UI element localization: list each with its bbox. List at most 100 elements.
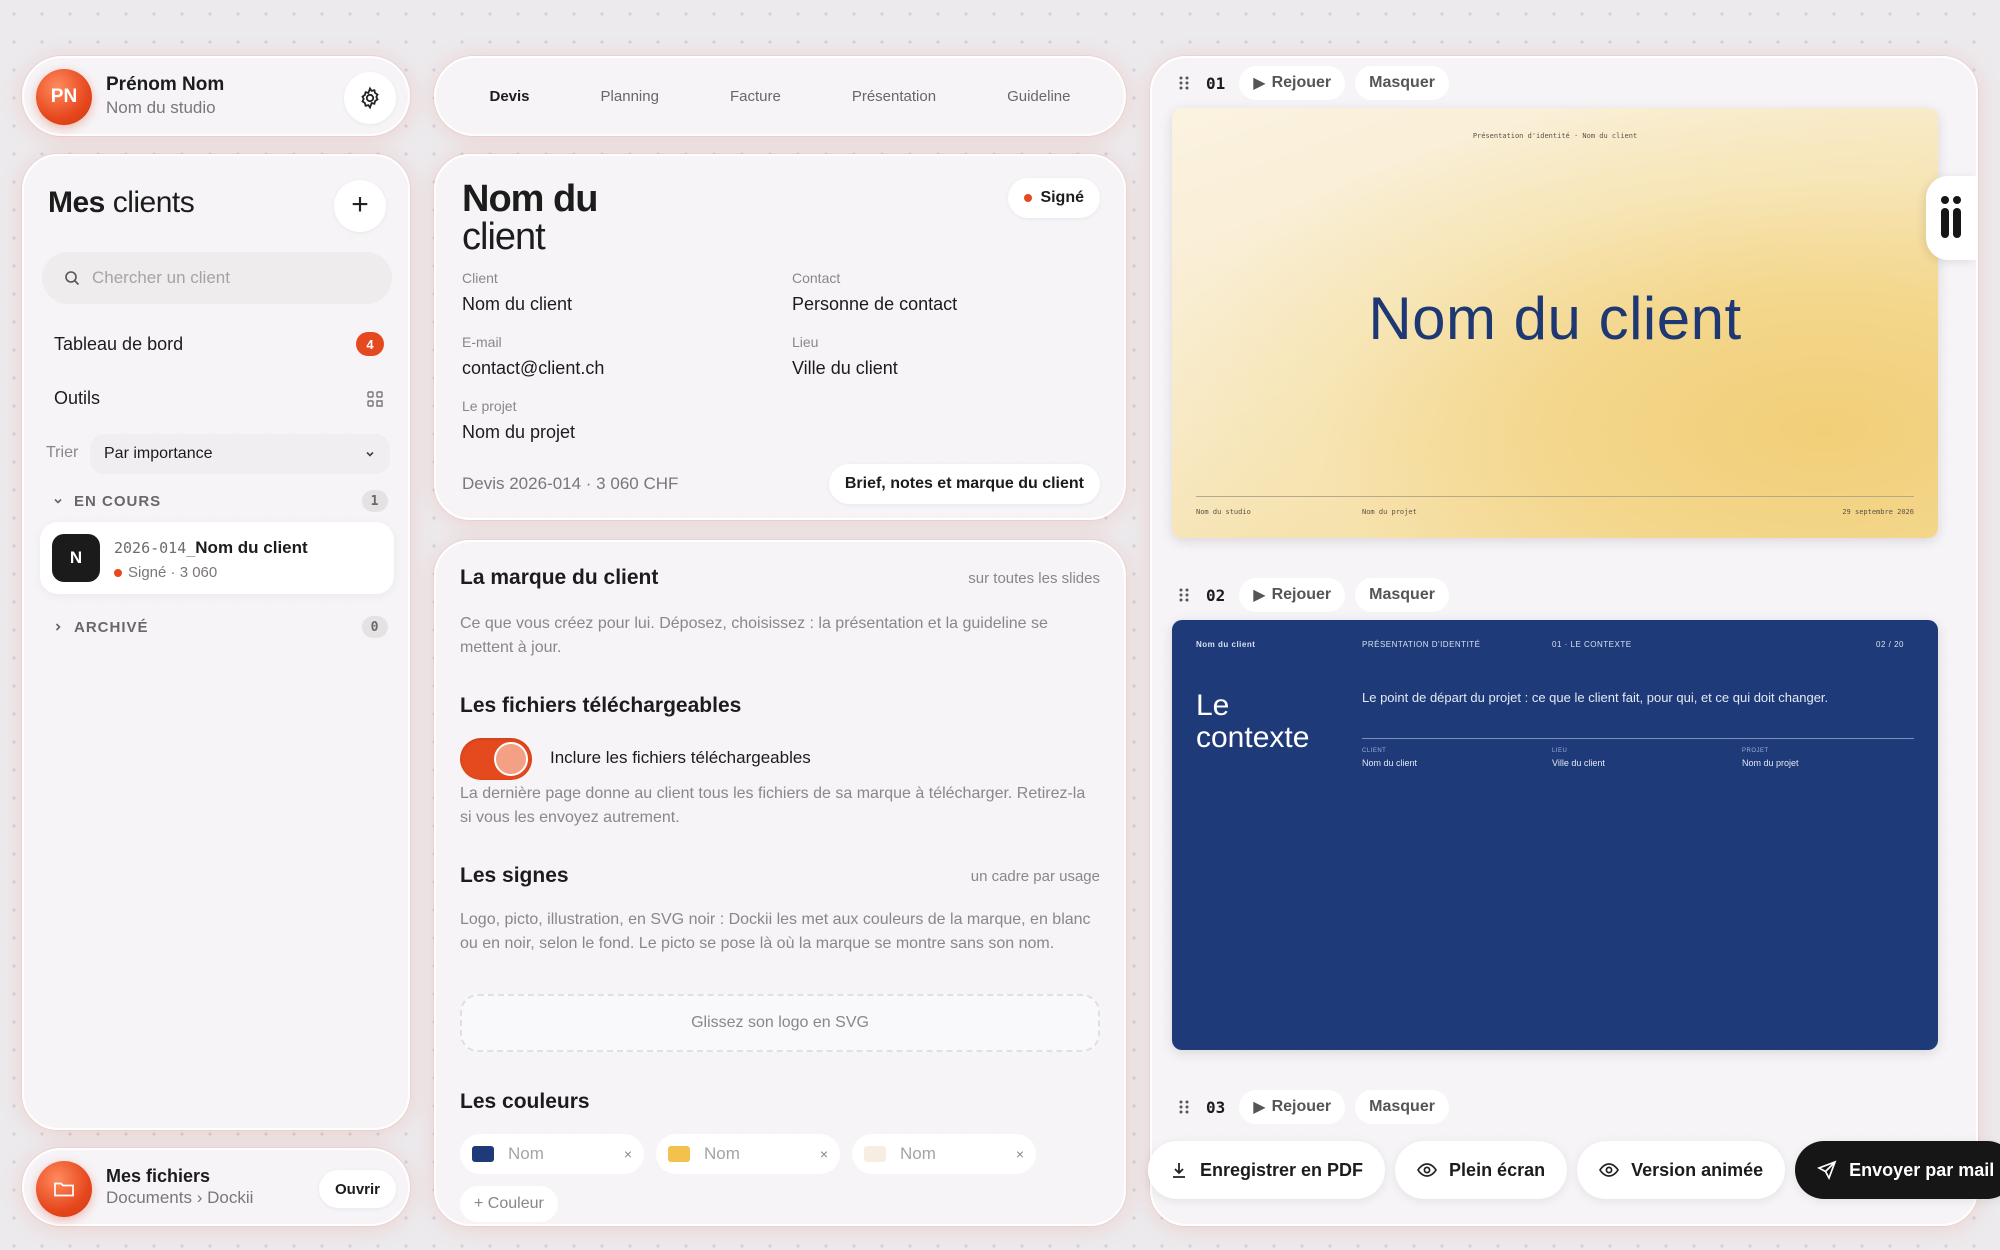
tab-planning[interactable]: Planning xyxy=(589,78,671,115)
signs-text: Logo, picto, illustration, en SVG noir :… xyxy=(460,911,1091,952)
color-name[interactable]: Nom xyxy=(508,1144,544,1164)
color-name[interactable]: Nom xyxy=(900,1144,936,1164)
client-initial: N xyxy=(52,534,100,582)
client-name-title: Nom du client xyxy=(462,178,598,258)
slide-cover-kicker: Présentation d'identité · Nom du client xyxy=(1472,132,1638,140)
chevron-right-icon xyxy=(52,621,64,633)
slide-footer-date: 29 septembre 2026 xyxy=(1842,508,1914,516)
eye-icon xyxy=(1599,1162,1620,1178)
plus-icon: + xyxy=(351,188,369,221)
brand-panel: La marque du client sur toutes les slide… xyxy=(434,540,1126,1226)
brief-button[interactable]: Brief, notes et marque du client xyxy=(828,464,1100,504)
search-input[interactable] xyxy=(92,268,352,288)
chevron-down-icon xyxy=(364,448,376,460)
add-client-button[interactable]: + xyxy=(334,180,386,232)
status-dot xyxy=(114,568,122,577)
status-badge[interactable]: Signé xyxy=(1008,178,1100,218)
drag-handle-icon[interactable] xyxy=(1172,1095,1196,1119)
color-chip[interactable]: Nom × xyxy=(852,1134,1036,1174)
avatar[interactable]: PN xyxy=(36,69,92,125)
clients-title: Mes clients xyxy=(48,186,195,219)
slide-divider xyxy=(1196,496,1914,497)
signs-aside: un cadre par usage xyxy=(970,868,1100,885)
brand-aside: sur toutes les slides xyxy=(968,570,1100,587)
drag-handle-icon[interactable] xyxy=(1172,583,1196,607)
client-search[interactable] xyxy=(42,252,392,304)
fullscreen-button[interactable]: Plein écran xyxy=(1395,1141,1568,1199)
color-swatch[interactable] xyxy=(668,1146,690,1162)
play-icon: ▶ xyxy=(1253,587,1266,604)
group-current[interactable]: EN COURS 1 xyxy=(52,490,388,512)
color-list: Nom × Nom × Nom × xyxy=(460,1134,1036,1174)
slide-number: 03 xyxy=(1206,1097,1226,1117)
drag-handle-icon[interactable] xyxy=(1172,71,1196,95)
field-client: Client Nom du client xyxy=(462,270,573,314)
open-files-button[interactable]: Ouvrir xyxy=(318,1170,396,1208)
client-info-card: Nom du client Signé Client Nom du client C… xyxy=(434,154,1126,520)
slide-section-label: 01 · LE CONTEXTE xyxy=(1552,640,1632,649)
document-tabs: Devis Planning Facture Présentation Guid… xyxy=(434,56,1126,136)
color-swatch[interactable] xyxy=(472,1146,494,1162)
nav-tools[interactable]: Outils xyxy=(54,388,384,409)
replay-button[interactable]: ▶ Rejouer xyxy=(1239,66,1346,100)
color-chip[interactable]: Nom × xyxy=(656,1134,840,1174)
hide-button[interactable]: Masquer xyxy=(1355,1090,1449,1124)
replay-button[interactable]: ▶ Rejouer xyxy=(1239,578,1346,612)
slide-number: 01 xyxy=(1206,73,1226,93)
app-logo xyxy=(1926,176,1976,260)
send-mail-button[interactable]: Envoyer par mail xyxy=(1795,1141,2000,1199)
studio-name: Nom du studio xyxy=(106,98,216,117)
remove-icon[interactable]: × xyxy=(820,1146,828,1162)
slide-context[interactable]: Nom du client PRÉSENTATION D'IDENTITÉ 01… xyxy=(1172,620,1938,1050)
field-contact: Contact Personne de contact xyxy=(792,270,958,314)
color-name[interactable]: Nom xyxy=(704,1144,740,1164)
sort-value: Par importance xyxy=(104,445,213,462)
sort-label: Trier xyxy=(46,444,79,461)
color-chip[interactable]: Nom × xyxy=(460,1134,644,1174)
group-archived[interactable]: ARCHIVÉ 0 xyxy=(52,616,388,638)
quote-summary: Devis 2026-014 · 3 060 CHF xyxy=(462,474,679,493)
sort-select[interactable]: Par importance xyxy=(90,434,390,474)
group-current-count: 1 xyxy=(362,490,388,512)
add-color-button[interactable]: + Couleur xyxy=(460,1186,558,1222)
remove-icon[interactable]: × xyxy=(1016,1146,1024,1162)
toggle-label: Inclure les fichiers téléchargeables xyxy=(550,748,811,767)
animated-version-button[interactable]: Version animée xyxy=(1577,1141,1786,1199)
slide-kind-label: PRÉSENTATION D'IDENTITÉ xyxy=(1362,640,1481,649)
save-pdf-button[interactable]: Enregistrer en PDF xyxy=(1148,1141,1386,1199)
profile-card: PN Prénom Nom Nom du studio xyxy=(22,56,410,136)
field-email: E-mail contact@client.ch xyxy=(462,334,605,378)
eye-icon xyxy=(1417,1162,1438,1178)
nav-dashboard[interactable]: Tableau de bord 4 xyxy=(54,332,384,356)
client-list-item[interactable]: N 2026-014_Nom du client Signé · 3 060 xyxy=(40,522,394,594)
toggle-knob xyxy=(494,742,528,776)
downloads-toggle[interactable] xyxy=(460,738,532,780)
files-path: Documents › Dockii xyxy=(106,1188,254,1207)
signs-title: Les signes xyxy=(460,864,569,887)
hide-button[interactable]: Masquer xyxy=(1355,66,1449,100)
downloads-title: Les fichiers téléchargeables xyxy=(460,694,742,717)
slide-divider xyxy=(1362,738,1914,739)
files-card: Mes fichiers Documents › Dockii Ouvrir xyxy=(22,1148,410,1226)
slide-kv-project: PROJET Nom du projet xyxy=(1742,748,1799,768)
slides-panel: 01 ▶ Rejouer Masquer Présentation d'ident… xyxy=(1150,56,1978,1226)
hide-button[interactable]: Masquer xyxy=(1355,578,1449,612)
tab-presentation[interactable]: Présentation xyxy=(840,78,948,115)
slide-client-label: Nom du client xyxy=(1196,640,1256,649)
settings-button[interactable] xyxy=(344,72,396,124)
tab-facture[interactable]: Facture xyxy=(718,78,793,115)
play-icon: ▶ xyxy=(1253,1099,1266,1116)
slide-kv-place: LIEU Ville du client xyxy=(1552,748,1605,768)
tab-devis[interactable]: Devis xyxy=(478,78,542,115)
tab-guideline[interactable]: Guideline xyxy=(995,78,1082,115)
replay-button[interactable]: ▶ Rejouer xyxy=(1239,1090,1346,1124)
slide-toolbar: 02 ▶ Rejouer Masquer xyxy=(1172,578,1449,612)
logo-dropzone[interactable]: Glissez son logo en SVG xyxy=(460,994,1100,1052)
brand-text: Ce que vous créez pour lui. Déposez, cho… xyxy=(460,615,1048,656)
slide-cover[interactable]: Présentation d'identité · Nom du client … xyxy=(1172,108,1938,538)
download-icon xyxy=(1170,1161,1188,1179)
remove-icon[interactable]: × xyxy=(624,1146,632,1162)
action-bar: Enregistrer en PDF Plein écran Version a… xyxy=(1142,1134,2000,1206)
color-swatch[interactable] xyxy=(864,1146,886,1162)
profile-name: Prénom Nom xyxy=(106,74,225,95)
